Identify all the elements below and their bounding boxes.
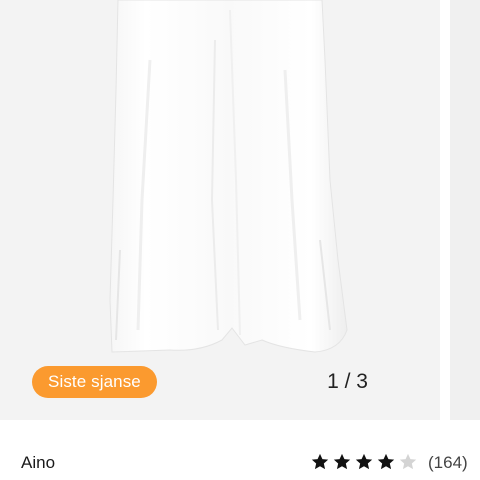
gallery-slide-next-peek[interactable] [450, 0, 480, 420]
product-brand[interactable]: Aino [21, 453, 55, 473]
last-chance-badge: Siste sjanse [32, 366, 157, 398]
star-icon [398, 452, 420, 474]
rating-count: (164) [428, 453, 468, 472]
star-icon [332, 452, 354, 474]
rating[interactable]: (164) [310, 452, 468, 474]
star-icon [310, 452, 332, 474]
image-counter: 1 / 3 [327, 370, 368, 393]
product-image[interactable] [0, 0, 440, 420]
product-image-gallery[interactable]: Siste sjanse 1 / 3 [0, 0, 480, 420]
star-icon [354, 452, 376, 474]
gallery-slide-current[interactable]: Siste sjanse 1 / 3 [0, 0, 440, 420]
star-icon [376, 452, 398, 474]
